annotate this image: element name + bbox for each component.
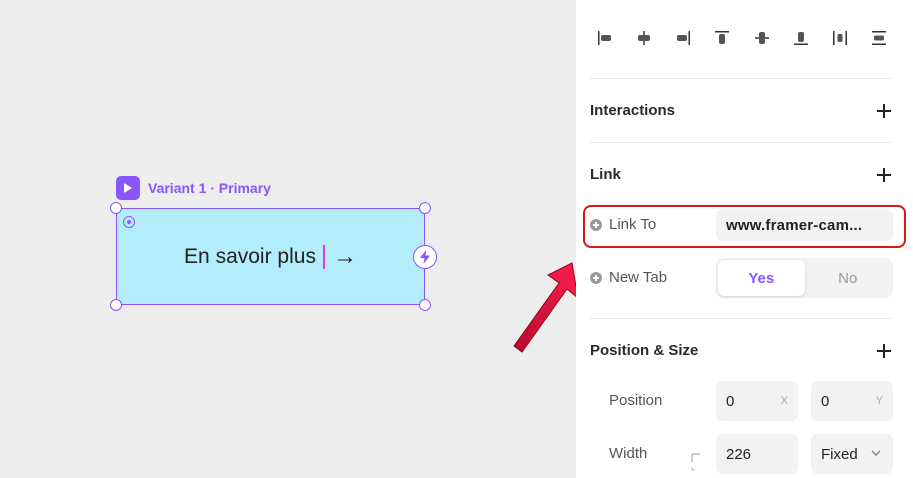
- alignment-toolbar: [592, 22, 892, 54]
- divider: [590, 318, 893, 319]
- aspect-lock-icon[interactable]: [690, 452, 702, 472]
- variant-name[interactable]: Variant 1 · Primary: [148, 180, 271, 196]
- new-tab-toggle[interactable]: Yes No: [716, 258, 893, 298]
- divider: [590, 142, 893, 143]
- link-title: Link: [590, 166, 621, 183]
- new-tab-no-option[interactable]: No: [805, 260, 892, 296]
- resize-handle-bottom-right[interactable]: [419, 299, 431, 311]
- align-right-icon[interactable]: [670, 25, 696, 51]
- align-left-icon[interactable]: [592, 25, 618, 51]
- position-size-title: Position & Size: [590, 342, 699, 359]
- add-link-plus-icon[interactable]: [877, 168, 891, 182]
- align-bottom-icon[interactable]: [788, 25, 814, 51]
- link-to-input[interactable]: www.framer-cam...: [716, 209, 893, 241]
- design-canvas[interactable]: Variant 1 · Primary En savoir plus →: [0, 0, 576, 478]
- chevron-down-icon: [871, 450, 881, 457]
- width-label: Width: [609, 445, 648, 462]
- position-label: Position: [609, 392, 663, 409]
- variant-label[interactable]: Variant 1 · Primary: [116, 176, 271, 200]
- align-center-horizontal-icon[interactable]: [631, 25, 657, 51]
- resize-handle-bottom-left[interactable]: [110, 299, 122, 311]
- arrow-right-icon: →: [332, 243, 357, 270]
- link-to-label: Link To: [609, 216, 657, 233]
- add-interaction-plus-icon[interactable]: [877, 104, 891, 118]
- new-tab-label: New Tab: [609, 269, 668, 286]
- resize-handle-top-left[interactable]: [110, 202, 122, 214]
- button-label[interactable]: En savoir plus: [184, 245, 316, 269]
- text-cursor: [322, 245, 325, 269]
- link-to-row-label[interactable]: Link To: [590, 216, 656, 233]
- position-y-value: 0: [821, 392, 830, 410]
- position-x-value: 0: [726, 392, 735, 410]
- distribute-horizontal-icon[interactable]: [827, 25, 853, 51]
- divider: [590, 78, 893, 79]
- interaction-bolt-icon[interactable]: [413, 245, 437, 269]
- position-y-input[interactable]: 0 Y: [811, 381, 893, 421]
- new-tab-yes-option[interactable]: Yes: [718, 260, 805, 296]
- width-input[interactable]: 226: [716, 434, 798, 474]
- y-axis-label: Y: [875, 395, 883, 407]
- interactions-title: Interactions: [590, 102, 676, 119]
- properties-panel: Interactions Link Link To www.framer-cam…: [576, 0, 913, 478]
- distribute-vertical-icon[interactable]: [866, 25, 892, 51]
- x-axis-label: X: [780, 395, 788, 407]
- add-variable-icon[interactable]: [590, 271, 602, 284]
- play-icon[interactable]: [116, 176, 140, 200]
- resize-handle-top-right[interactable]: [419, 202, 431, 214]
- align-top-icon[interactable]: [709, 25, 735, 51]
- app-root: Variant 1 · Primary En savoir plus → Int…: [0, 0, 913, 478]
- new-tab-row-label[interactable]: New Tab: [590, 269, 667, 286]
- add-position-plus-icon[interactable]: [877, 344, 891, 358]
- origin-target-icon[interactable]: [123, 216, 135, 228]
- align-center-vertical-icon[interactable]: [749, 25, 775, 51]
- width-mode-value: Fixed: [821, 445, 858, 463]
- position-x-input[interactable]: 0 X: [716, 381, 798, 421]
- button-label-row[interactable]: En savoir plus →: [117, 243, 424, 271]
- annotation-arrow: [513, 262, 579, 353]
- button-frame[interactable]: En savoir plus →: [116, 208, 425, 305]
- add-variable-icon[interactable]: [590, 218, 602, 231]
- width-mode-select[interactable]: Fixed: [811, 434, 893, 474]
